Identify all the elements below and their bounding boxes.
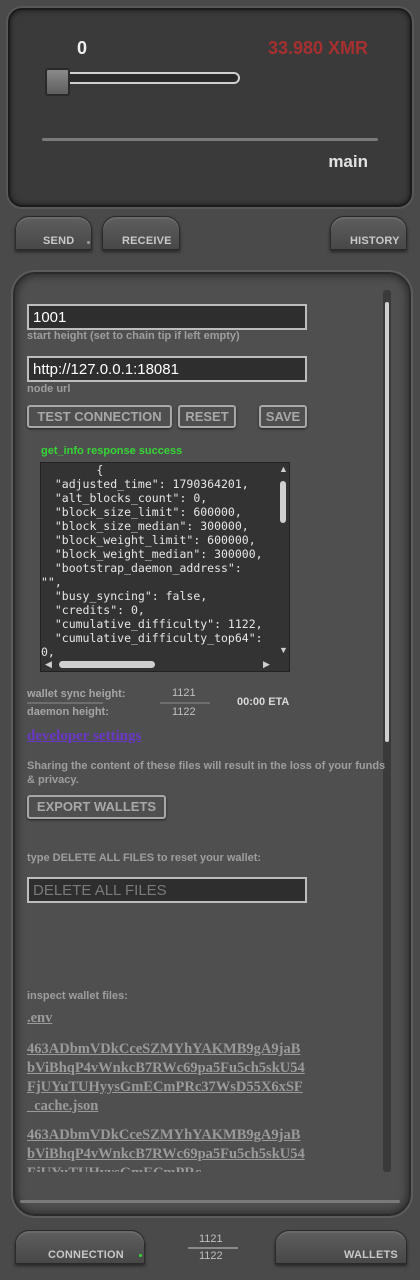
tab-receive[interactable]: RECEIVE [102, 216, 180, 250]
slider-value: 0 [77, 38, 88, 58]
inspect-label: inspect wallet files: [27, 990, 128, 1002]
tab-send-label: SEND [43, 235, 75, 247]
node-url-hint: node url [27, 383, 71, 395]
json-horizontal-scrollbar[interactable]: ◀ ▶ [41, 657, 277, 671]
scroll-right-arrow-icon[interactable]: ▶ [263, 659, 270, 669]
footer-daemon-height: 1122 [199, 1250, 223, 1262]
sync-eta: 00:00 ETA [237, 696, 290, 708]
amount-slider-thumb[interactable] [45, 68, 70, 96]
export-wallets-button[interactable]: EXPORT WALLETS [27, 795, 166, 819]
tab-send[interactable]: SEND [15, 216, 92, 250]
wallet-file-link[interactable]: 463ADbmVDkCceSZMYhYAKMB9gA9jaBbViBhqP4vW… [27, 1126, 307, 1172]
tab-receive-label: RECEIVE [122, 235, 172, 247]
scroll-down-arrow-icon[interactable]: ▼ [279, 645, 288, 655]
scroll-up-arrow-icon[interactable]: ▲ [279, 464, 288, 474]
wallet-file-clip: 463ADbmVDkCceSZMYhYAKMB9gA9jaBbViBhqP4vW… [27, 1126, 312, 1172]
tab-history[interactable]: HISTORY [330, 216, 407, 250]
response-json-box[interactable]: { "adjusted_time": 1790364201, "alt_bloc… [40, 462, 290, 672]
delete-prompt: type DELETE ALL FILES to reset your wall… [27, 852, 262, 864]
daemon-height-label: daemon height: [27, 706, 109, 718]
wallet-file-link[interactable]: 463ADbmVDkCceSZMYhYAKMB9gA9jaBbViBhqP4vW… [27, 1040, 307, 1116]
response-status: get_info response success [41, 445, 183, 457]
tab-connection-label: CONNECTION [48, 1249, 124, 1261]
footer-wallet-height: 1121 [199, 1233, 223, 1245]
daemon-height-value: 1122 [172, 706, 196, 718]
node-url-input[interactable]: http://127.0.0.1:18081 [27, 356, 307, 382]
tab-history-label: HISTORY [350, 235, 400, 247]
start-height-hint: start height (set to chain tip if left e… [27, 330, 240, 342]
json-horizontal-thumb[interactable] [59, 661, 155, 668]
balance-amount: 33.980 XMR [267, 38, 368, 58]
panel-bottom-edge [20, 1200, 400, 1203]
wallet-name: main [328, 152, 368, 171]
send-indicator-dot [87, 241, 90, 244]
test-connection-button[interactable]: TEST CONNECTION [27, 405, 172, 428]
export-warning: Sharing the content of these files will … [27, 760, 386, 786]
footer-height-divider [188, 1247, 238, 1249]
wallet-sync-bar [27, 702, 103, 704]
connection-status-dot [139, 1254, 142, 1257]
json-vertical-thumb[interactable] [280, 481, 286, 523]
response-json: { "adjusted_time": 1790364201, "alt_bloc… [41, 463, 263, 659]
tab-connection[interactable]: CONNECTION [15, 1230, 145, 1264]
developer-settings-link[interactable]: developer settings [27, 728, 141, 745]
delete-confirm-input[interactable]: DELETE ALL FILES [27, 877, 307, 903]
wallet-file-link[interactable]: .env [27, 1009, 307, 1028]
settings-scrollbar-thumb[interactable] [385, 302, 389, 742]
height-divider [160, 702, 210, 704]
reset-button[interactable]: RESET [178, 405, 236, 428]
json-vertical-scrollbar[interactable]: ▲ ▼ [277, 463, 289, 659]
tab-wallets-label: WALLETS [344, 1249, 398, 1261]
save-button[interactable]: SAVE [259, 405, 307, 428]
tab-wallets[interactable]: WALLETS [275, 1230, 407, 1264]
scroll-left-arrow-icon[interactable]: ◀ [45, 659, 52, 669]
wallet-sync-label: wallet sync height: [27, 688, 126, 700]
wallet-height-value: 1121 [172, 687, 196, 699]
amount-slider-track[interactable] [45, 72, 240, 84]
start-height-input[interactable]: 1001 [27, 304, 307, 330]
divider [42, 138, 378, 141]
